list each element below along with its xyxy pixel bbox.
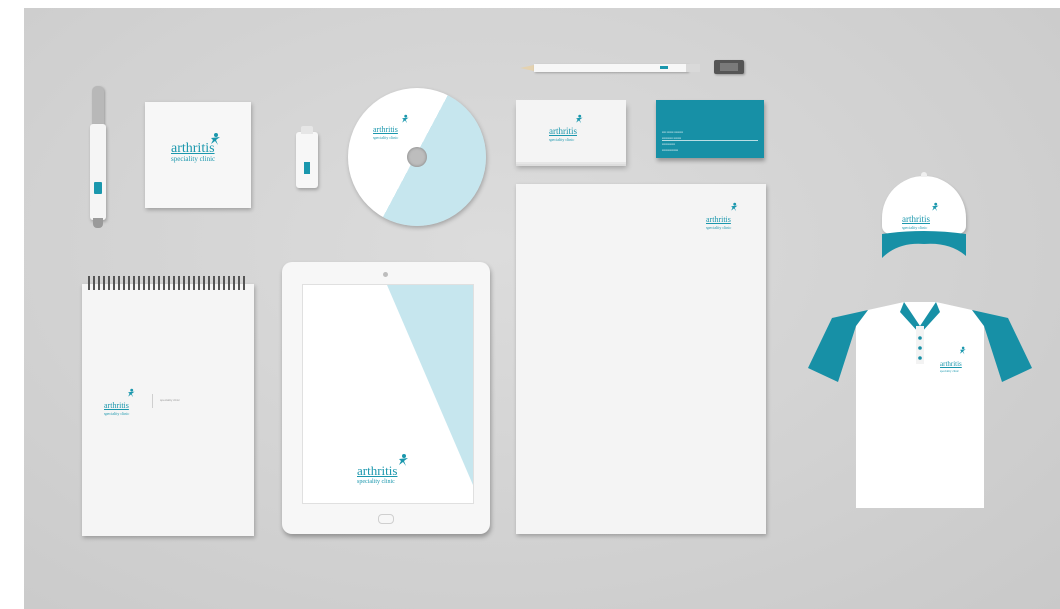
polo-logo: arthritis speciality clinic [940, 354, 962, 373]
runner-logo-icon [402, 114, 409, 124]
marker-pen [90, 86, 106, 228]
brand-tagline: speciality clinic [706, 225, 732, 230]
runner-logo-icon [128, 388, 135, 398]
letterhead-sheet: arthritis speciality clinic [516, 184, 766, 534]
card-line: ▪▪▪▪ ▪▪▪▪▪▪ ▪▪▪▪▪▪▪▪ [662, 130, 683, 134]
baseball-cap: arthritis speciality clinic [876, 172, 972, 268]
spiral-binding [88, 276, 248, 290]
cd-logo: arthritis speciality clinic [373, 120, 398, 140]
logo-figure-icon [94, 182, 102, 194]
logo-figure-icon [304, 162, 310, 174]
runner-logo-icon [932, 202, 939, 212]
notebook-logo: arthritis speciality clinic [104, 396, 129, 416]
cap-logo: arthritis speciality clinic [902, 210, 930, 230]
brand-tagline: speciality clinic [104, 411, 130, 416]
brand-tagline: speciality clinic [171, 155, 216, 163]
business-card-stack-front: arthritis speciality clinic [516, 100, 626, 162]
card-logo: arthritis speciality clinic [549, 122, 577, 142]
sticky-note-pad: arthritis speciality clinic [145, 102, 251, 208]
tablet-screen: arthritis speciality clinic [302, 284, 474, 504]
tablet-logo: arthritis speciality clinic [357, 463, 397, 485]
cd-disc: arthritis speciality clinic [348, 88, 486, 226]
card-line: ▪▪▪▪▪▪▪▪▪▪▪▪ [662, 142, 675, 146]
runner-logo-icon [211, 133, 220, 145]
pencil [520, 64, 700, 72]
runner-logo-icon [959, 346, 966, 355]
tablet-device: arthritis speciality clinic [282, 262, 490, 534]
polo-body [808, 302, 1032, 508]
notebook-side-text: speciality clinic [160, 398, 180, 402]
brand-name: arthritis [706, 215, 731, 224]
cap-button [921, 172, 927, 177]
brand-name: arthritis [902, 214, 930, 224]
runner-logo-icon [731, 202, 738, 212]
brand-name: arthritis [104, 401, 129, 410]
tablet-home-button [378, 514, 394, 524]
cap-brim [882, 231, 966, 258]
runner-logo-icon [399, 454, 408, 466]
brand-tagline: speciality clinic [373, 135, 399, 140]
sharpener [714, 60, 744, 74]
cd-center-hole [407, 147, 427, 167]
brand-tagline: speciality clinic [549, 137, 575, 142]
usb-stick [296, 126, 318, 188]
card-line: ▪▪▪▪▪▪▪▪▪▪▪▪▪▪▪ [662, 148, 678, 152]
tablet-camera [383, 272, 388, 277]
brand-name: arthritis [549, 126, 577, 136]
spiral-notebook: arthritis speciality clinic speciality c… [82, 276, 254, 536]
letterhead-logo: arthritis speciality clinic [706, 210, 731, 230]
brand-tagline: speciality clinic [940, 369, 959, 373]
runner-logo-icon [576, 114, 583, 124]
stationery-mockup-scene: arthritis speciality clinic arthritis sp… [24, 8, 1060, 609]
brand-name: arthritis [940, 360, 962, 368]
business-card-back: ▪▪▪▪ ▪▪▪▪▪▪ ▪▪▪▪▪▪▪▪ ▪▪▪▪▪▪▪▪▪▪ ▪▪▪▪▪▪▪ … [656, 100, 764, 158]
polo-shirt: arthritis speciality clinic [808, 296, 1032, 512]
brand-name: arthritis [373, 125, 398, 134]
brand-name: arthritis [357, 463, 398, 478]
brand-tagline: speciality clinic [357, 479, 395, 485]
